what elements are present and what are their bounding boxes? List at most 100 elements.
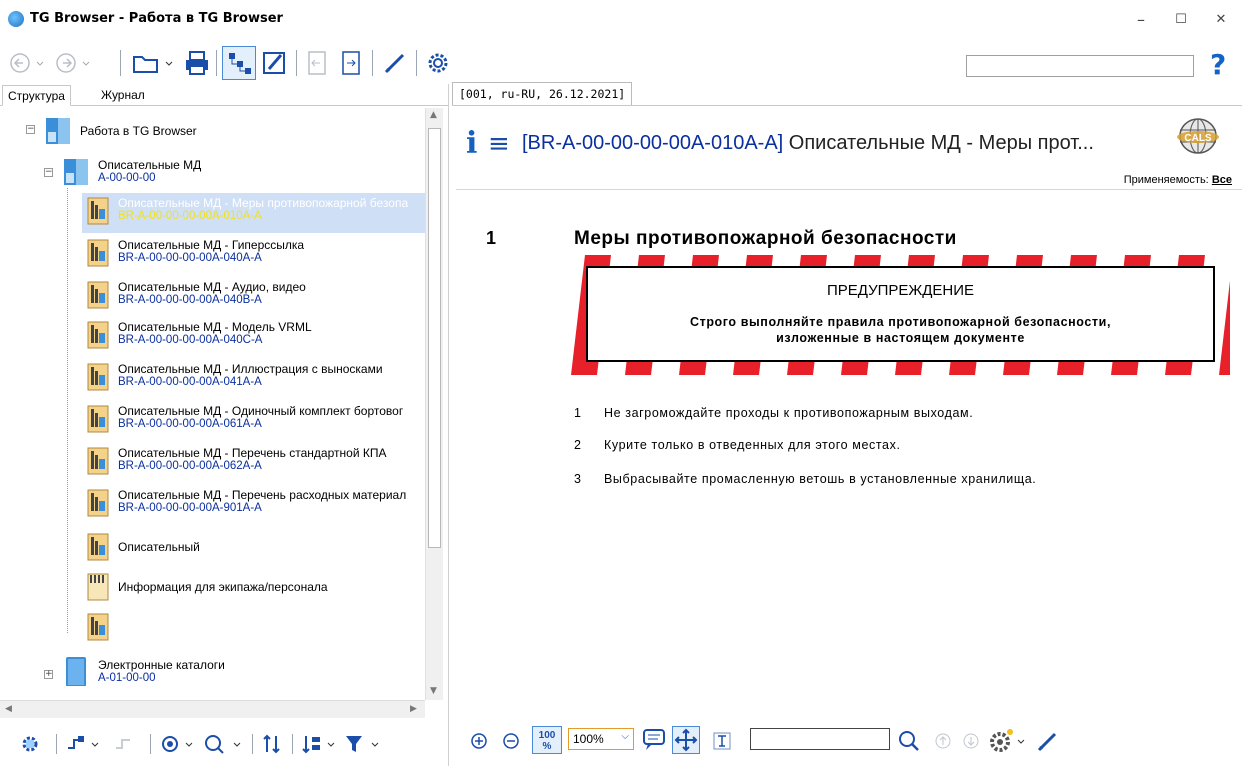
zoom-select[interactable]: 100% ⌵ — [568, 728, 634, 750]
document-icon — [87, 363, 109, 391]
tree-node-catalog[interactable]: Электронные каталоги A-01-00-00 — [62, 656, 225, 686]
scroll-down-arrow[interactable]: ▼ — [430, 686, 437, 696]
expand-toggle[interactable]: + — [44, 670, 53, 679]
expand-all-icon[interactable] — [66, 734, 102, 754]
menu-icon[interactable]: ≡ — [488, 129, 510, 159]
document-header: i ≡ [BR-A-00-00-00-00A-010A-A] Описатель… — [456, 110, 1242, 190]
tree-item-label: Описательные МД - Модель VRML — [118, 320, 312, 334]
settings-icon[interactable] — [422, 46, 454, 80]
document-code: [BR-A-00-00-00-00A-010A-A] — [522, 132, 784, 154]
sort-az-icon[interactable] — [302, 734, 338, 754]
list-item-number: 3 — [574, 472, 582, 486]
tree-item[interactable] — [86, 612, 118, 641]
document-icon — [87, 281, 109, 309]
toolbar-divider — [296, 50, 297, 76]
search-settings-icon[interactable] — [986, 726, 1030, 756]
left-tab-strip: Структура Журнал — [0, 84, 448, 106]
chevron-down-icon: ⌵ — [621, 731, 629, 742]
tree-item-selected[interactable]: Описательные МД - Меры противопожарной б… — [86, 196, 408, 225]
scroll-up-arrow[interactable]: ▲ — [430, 110, 437, 120]
tree-node-code: A-00-00-00 — [98, 172, 156, 184]
print-icon[interactable] — [182, 46, 212, 80]
list-item-text: Не загромождайте проходы к противопожарн… — [604, 406, 974, 420]
sort-icon[interactable] — [262, 734, 282, 754]
minimize-button[interactable]: – — [1126, 8, 1156, 32]
sync-icon[interactable] — [20, 734, 40, 754]
tree-item-label: Описательные МД - Гиперссылка — [118, 238, 305, 252]
tree-item[interactable]: Описательные МД - Перечень стандартной К… — [86, 446, 386, 475]
pen-icon[interactable] — [380, 46, 410, 80]
collapse-toggle[interactable]: − — [44, 168, 53, 177]
comments-icon[interactable] — [642, 728, 668, 752]
edit-icon[interactable] — [260, 46, 290, 80]
open-folder-icon[interactable] — [130, 46, 176, 80]
tree-node-label: Описательные МД — [98, 158, 202, 172]
document-toolbar: 100% 100% ⌵ — [456, 722, 1242, 766]
back-icon[interactable] — [8, 46, 50, 80]
find-prev-icon[interactable] — [934, 732, 952, 750]
tree-item[interactable]: Описательные МД - Иллюстрация с выноскам… — [86, 362, 383, 391]
tree-horizontal-scrollbar[interactable]: ◀ ▶ — [0, 700, 425, 718]
warning-line: Строго выполняйте правила противопожарно… — [689, 315, 1112, 329]
tree-item[interactable]: Описательные МД - Гиперссылка BR-A-00-00-… — [86, 238, 304, 267]
search-input[interactable] — [966, 55, 1194, 77]
tree-item-label: Описательные МД - Перечень стандартной К… — [118, 446, 387, 460]
tree-vertical-scrollbar[interactable]: ▲ ▼ — [425, 108, 443, 700]
tree-node-group[interactable]: Описательные МД A-00-00-00 — [62, 157, 201, 187]
scroll-right-arrow[interactable]: ▶ — [410, 704, 417, 714]
info-icon[interactable]: i — [466, 126, 477, 161]
document-icon — [87, 239, 109, 267]
pen-icon[interactable] — [1036, 730, 1058, 752]
actual-size-icon[interactable]: 100% — [532, 726, 562, 754]
find-search-icon[interactable] — [898, 730, 920, 752]
tree-item[interactable]: Описательный — [86, 532, 200, 561]
collapse-all-icon[interactable] — [114, 734, 134, 754]
document-icon — [87, 197, 109, 225]
toolbar-divider — [56, 734, 57, 754]
pan-icon[interactable] — [672, 726, 700, 754]
book-icon — [46, 118, 70, 144]
scroll-left-arrow[interactable]: ◀ — [5, 704, 12, 714]
tree-item-label: Описательные МД - Иллюстрация с выноскам… — [118, 362, 383, 376]
tree-view-icon[interactable] — [222, 46, 256, 80]
tree-item[interactable]: Описательные МД - Одиночный комплект бор… — [86, 404, 403, 433]
document-tab[interactable]: [001, ru-RU, 26.12.2021] — [452, 82, 633, 106]
document-icon — [87, 321, 109, 349]
tree-item-label: Описательные МД - Аудио, видео — [118, 280, 306, 294]
window-title: TG Browser - Работа в TG Browser — [30, 11, 283, 26]
document-content: 1 Меры противопожарной безопасности ПРЕД… — [456, 192, 1242, 712]
toolbar-divider — [416, 50, 417, 76]
main-toolbar: ? — [0, 44, 1242, 84]
list-item-text: Курите только в отведенных для этого мес… — [604, 438, 901, 452]
zoom-in-icon[interactable] — [470, 732, 488, 750]
close-button[interactable]: ✕ — [1206, 8, 1236, 32]
tab-structure[interactable]: Структура — [2, 85, 71, 106]
tree-item[interactable]: Описательные МД - Аудио, видео BR-A-00-00… — [86, 280, 306, 309]
section-title: Меры противопожарной безопасности — [574, 228, 957, 249]
tree-node-root[interactable]: Работа в TG Browser — [44, 116, 197, 146]
list-item-number: 2 — [574, 438, 582, 452]
toolbar-divider — [120, 50, 121, 76]
help-icon[interactable]: ? — [1210, 48, 1226, 81]
collapse-toggle[interactable]: − — [26, 125, 35, 134]
maximize-button[interactable]: ☐ — [1166, 8, 1196, 32]
text-select-icon[interactable] — [712, 731, 732, 751]
zoom-search-icon[interactable] — [204, 734, 244, 754]
panel-splitter[interactable] — [448, 84, 449, 766]
scroll-thumb[interactable] — [428, 128, 441, 548]
filter-icon[interactable] — [344, 734, 384, 754]
find-next-icon[interactable] — [962, 732, 980, 750]
applicability-link[interactable]: Все — [1212, 174, 1232, 186]
tab-journal[interactable]: Журнал — [96, 85, 150, 106]
tree-item-label: Информация для экипажа/персонала — [118, 580, 328, 594]
tree-item[interactable]: Информация для экипажа/персонала — [86, 572, 328, 601]
cals-globe-logo: CALS — [1177, 118, 1219, 154]
forward-icon[interactable] — [54, 46, 96, 80]
tree-item[interactable]: Описательные МД - Модель VRML BR-A-00-00-… — [86, 320, 312, 349]
zoom-out-icon[interactable] — [502, 732, 520, 750]
tree-item[interactable]: Описательные МД - Перечень расходных мат… — [86, 488, 406, 517]
find-input[interactable] — [750, 728, 890, 750]
next-doc-icon[interactable] — [336, 46, 366, 80]
search-tree-icon[interactable] — [160, 734, 196, 754]
prev-doc-icon[interactable] — [302, 46, 332, 80]
